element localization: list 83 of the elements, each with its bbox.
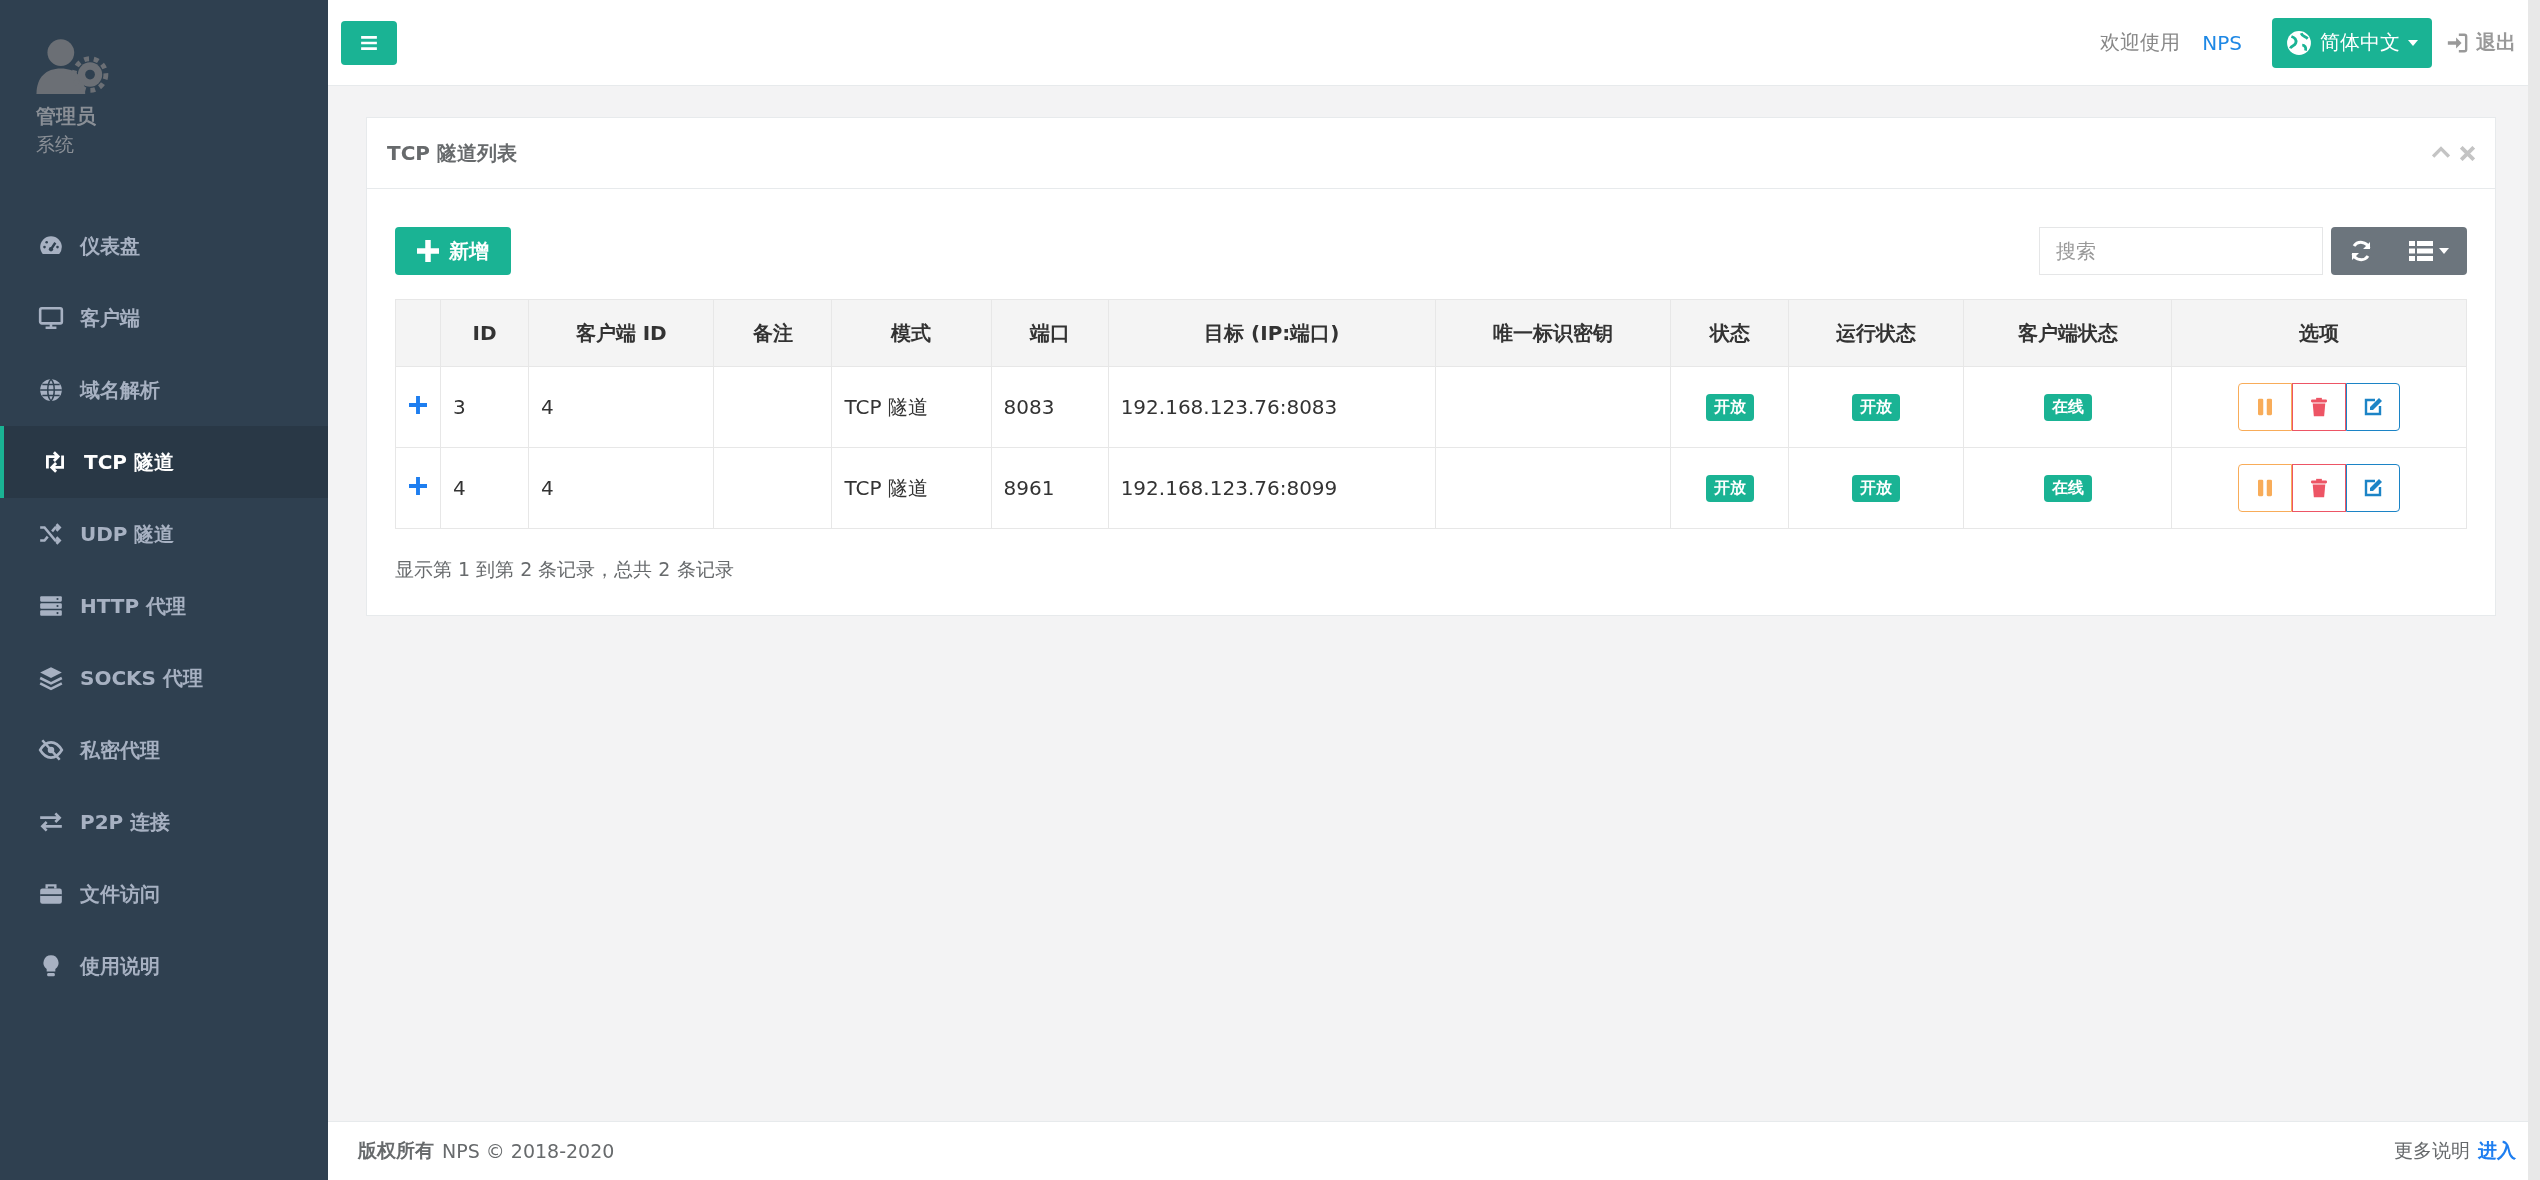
delete-button[interactable]	[2291, 383, 2346, 431]
pause-button[interactable]	[2237, 464, 2292, 512]
sidebar-item[interactable]: 使用说明	[0, 930, 328, 1002]
expand-icon[interactable]	[409, 477, 427, 495]
sign-in-icon	[2446, 31, 2468, 54]
table-cell: TCP 隧道	[844, 394, 928, 419]
column-header: 客户端状态	[1963, 299, 2172, 367]
table-cell: 8961	[1003, 476, 1055, 500]
more-info-text: 更多说明	[2394, 1138, 2470, 1163]
logout-link[interactable]: 退出	[2446, 29, 2516, 56]
edit-icon	[2362, 478, 2383, 498]
menu-icon	[360, 34, 378, 51]
plus-icon	[417, 240, 439, 262]
menu-button[interactable]	[341, 20, 397, 65]
sidebar-item[interactable]: 客户端	[0, 282, 328, 354]
table-cell: 3	[453, 395, 466, 419]
status-badge: 开放	[1852, 475, 1901, 502]
caret-icon	[2408, 39, 2418, 46]
column-header: 选项	[2171, 299, 2467, 367]
table-cell: 4	[541, 476, 554, 500]
status-badge: 开放	[1705, 394, 1754, 421]
sidebar-item[interactable]: HTTP 代理	[0, 570, 328, 642]
user-gear-icon	[36, 38, 110, 94]
status-badge: 开放	[1705, 475, 1754, 502]
expand-icon[interactable]	[409, 396, 427, 414]
column-header: ID	[440, 299, 529, 367]
pagination-summary: 显示第 1 到第 2 条记录，总共 2 条记录	[395, 557, 735, 582]
status-badge: 在线	[2043, 394, 2092, 421]
sidebar-item[interactable]: 仪表盘	[0, 210, 328, 282]
pause-icon	[2257, 479, 2272, 497]
table-cell: 192.168.123.76:8099	[1120, 476, 1338, 500]
column-header: 状态	[1670, 299, 1789, 367]
globe-icon	[2286, 29, 2312, 56]
search-field[interactable]: 搜索	[2039, 227, 2323, 275]
table-icon	[2409, 241, 2433, 261]
sidebar-item[interactable]: 私密代理	[0, 714, 328, 786]
user-role: 系统	[36, 132, 75, 157]
sidebar-item[interactable]: 文件访问	[0, 858, 328, 930]
table-cell: TCP 隧道	[844, 475, 928, 500]
user-name: 管理员	[36, 103, 97, 130]
column-header: 运行状态	[1788, 299, 1964, 367]
table-cell: 8083	[1003, 395, 1055, 419]
copyright-label: 版权所有	[358, 1138, 434, 1163]
table-cell: 4	[453, 476, 466, 500]
trash-icon	[2310, 478, 2327, 498]
column-header: 唯一标识密钥	[1435, 299, 1671, 367]
shuffle-icon	[38, 521, 64, 547]
column-header: 客户端 ID	[528, 299, 714, 367]
status-badge: 在线	[2043, 475, 2092, 502]
edit-button[interactable]	[2345, 383, 2400, 431]
enter-link[interactable]: 进入	[2478, 1138, 2516, 1164]
column-header: 端口	[991, 299, 1109, 367]
status-badge: 开放	[1852, 394, 1901, 421]
sidebar-item[interactable]: 域名解析	[0, 354, 328, 426]
table-cell: 4	[541, 395, 554, 419]
globe-icon	[38, 377, 64, 403]
edit-button[interactable]	[2345, 464, 2400, 512]
sidebar-item[interactable]: UDP 隧道	[0, 498, 328, 570]
welcome-text: 欢迎使用	[2100, 29, 2181, 56]
add-button[interactable]: 新增	[395, 227, 511, 275]
table-cell: 192.168.123.76:8083	[1120, 395, 1338, 419]
panel-title: TCP 隧道列表	[387, 139, 518, 167]
column-header: 目标 (IP:端口)	[1108, 299, 1436, 367]
refresh-icon	[2349, 239, 2373, 263]
delete-button[interactable]	[2291, 464, 2346, 512]
trash-icon	[2310, 397, 2327, 417]
sidebar-item[interactable]: P2P 连接	[0, 786, 328, 858]
copyright-text: NPS © 2018-2020	[442, 1140, 615, 1162]
edit-icon	[2362, 397, 2383, 417]
column-header: 模式	[831, 299, 992, 367]
sidebar-item[interactable]: TCP 隧道	[0, 426, 328, 498]
layers-icon	[38, 665, 64, 691]
language-dropdown[interactable]: 简体中文	[2272, 17, 2432, 68]
column-header: 备注	[713, 299, 832, 367]
monitor-icon	[38, 305, 64, 331]
brand-link[interactable]: NPS	[2202, 30, 2242, 55]
caret-icon	[2439, 248, 2449, 254]
sidebar-item[interactable]: SOCKS 代理	[0, 642, 328, 714]
briefcase-icon	[38, 881, 64, 907]
pause-icon	[2257, 398, 2272, 416]
eye-slash-icon	[38, 737, 64, 763]
pause-button[interactable]	[2237, 383, 2292, 431]
server-icon	[38, 593, 64, 619]
